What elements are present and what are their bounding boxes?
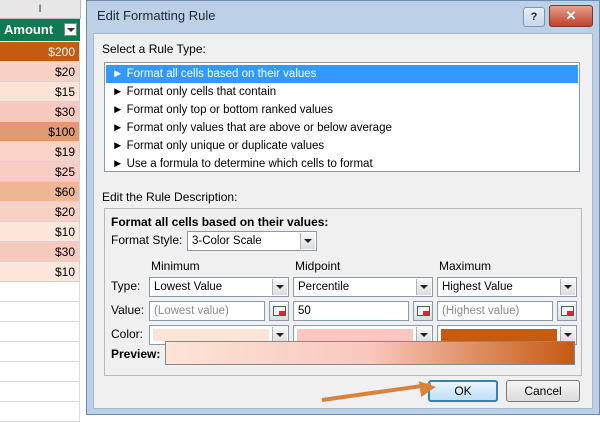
chevron-down-icon[interactable] [300, 233, 315, 249]
amount-cell[interactable]: $30 [0, 242, 80, 262]
filter-dropdown-icon[interactable] [64, 23, 77, 36]
rule-type-item[interactable]: ► Use a formula to determine which cells… [106, 155, 578, 173]
maximum-value-input[interactable]: (Highest value) [437, 301, 553, 321]
dialog-body: Select a Rule Type: ► Format all cells b… [93, 33, 593, 409]
range-select-icon[interactable] [413, 301, 433, 321]
empty-cell[interactable] [0, 342, 80, 362]
amount-cell[interactable]: $20 [0, 62, 80, 82]
dialog-titlebar[interactable]: Edit Formatting Rule ? ✕ [87, 1, 599, 31]
midpoint-type-value: Percentile [298, 281, 350, 293]
format-style-select[interactable]: 3-Color Scale [187, 231, 317, 251]
empty-cell[interactable] [0, 322, 80, 342]
chevron-down-icon[interactable] [272, 279, 287, 295]
maximum-type-value: Highest Value [442, 281, 513, 293]
amount-cell[interactable]: $25 [0, 162, 80, 182]
amount-cell[interactable]: $100 [0, 122, 80, 142]
description-heading: Format all cells based on their values: [111, 215, 329, 229]
amount-header-cell[interactable]: Amount [0, 19, 80, 41]
minimum-color-swatch [153, 329, 269, 341]
value-row-label: Value: [111, 303, 145, 317]
amount-cell[interactable]: $200 [0, 42, 80, 62]
rule-type-item[interactable]: ► Format only cells that contain [106, 83, 578, 101]
range-select-icon[interactable] [557, 301, 577, 321]
midpoint-color-swatch [297, 329, 413, 341]
rule-type-item[interactable]: ► Format only top or bottom ranked value… [106, 101, 578, 119]
empty-cell[interactable] [0, 282, 80, 302]
amount-cell[interactable]: $10 [0, 262, 80, 282]
chevron-down-icon[interactable] [416, 279, 431, 295]
rule-type-item[interactable]: ► Format only unique or duplicate values [106, 137, 578, 155]
type-row-label: Type: [111, 279, 141, 293]
midpoint-value-input[interactable]: 50 [293, 301, 409, 321]
chevron-down-icon[interactable] [560, 279, 575, 295]
edit-formatting-rule-dialog: Edit Formatting Rule ? ✕ Select a Rule T… [86, 0, 600, 415]
ok-button[interactable]: OK [428, 380, 498, 402]
amount-header-label: Amount [4, 22, 54, 37]
amount-cell[interactable]: $60 [0, 182, 80, 202]
rule-type-list[interactable]: ► Format all cells based on their values… [104, 62, 580, 172]
spreadsheet-column: I Amount $200 $20 $15 $30 $100 $19 $25 $60 $20 $1… [0, 0, 82, 422]
preview-label: Preview: [111, 347, 161, 361]
amount-cell[interactable]: $10 [0, 222, 80, 242]
format-style-value: 3-Color Scale [192, 235, 262, 247]
color-scale-preview [165, 341, 575, 365]
rule-description-frame: Format all cells based on their values: … [104, 208, 582, 376]
rule-type-item[interactable]: ► Format all cells based on their values [106, 65, 578, 83]
midpoint-type-select[interactable]: Percentile [293, 277, 433, 297]
annotation-arrow-head-icon [418, 378, 438, 398]
minimum-heading: Minimum [151, 259, 200, 273]
midpoint-heading: Midpoint [295, 259, 341, 273]
amount-cell[interactable]: $20 [0, 202, 80, 222]
close-button[interactable]: ✕ [549, 5, 593, 27]
minimum-type-value: Lowest Value [154, 281, 223, 293]
maximum-type-select[interactable]: Highest Value [437, 277, 577, 297]
dialog-title: Edit Formatting Rule [97, 8, 216, 23]
amount-cell[interactable]: $19 [0, 142, 80, 162]
edit-rule-description-label: Edit the Rule Description: [102, 190, 238, 204]
rule-type-item[interactable]: ► Format only values that are above or b… [106, 119, 578, 137]
color-row-label: Color: [111, 327, 144, 341]
select-rule-type-label: Select a Rule Type: [102, 42, 206, 56]
minimum-type-select[interactable]: Lowest Value [149, 277, 289, 297]
amount-cell[interactable]: $15 [0, 82, 80, 102]
help-button[interactable]: ? [523, 7, 545, 27]
empty-cell[interactable] [0, 402, 80, 422]
minimum-value-input[interactable]: (Lowest value) [149, 301, 265, 321]
empty-cell[interactable] [0, 362, 80, 382]
amount-cell[interactable]: $30 [0, 102, 80, 122]
cancel-button[interactable]: Cancel [506, 380, 580, 402]
empty-cell[interactable] [0, 302, 80, 322]
column-header-letter[interactable]: I [0, 0, 81, 19]
empty-cell[interactable] [0, 382, 80, 402]
maximum-color-swatch [441, 329, 557, 341]
range-select-icon[interactable] [269, 301, 289, 321]
maximum-heading: Maximum [439, 259, 492, 273]
format-style-label: Format Style: [111, 233, 183, 247]
